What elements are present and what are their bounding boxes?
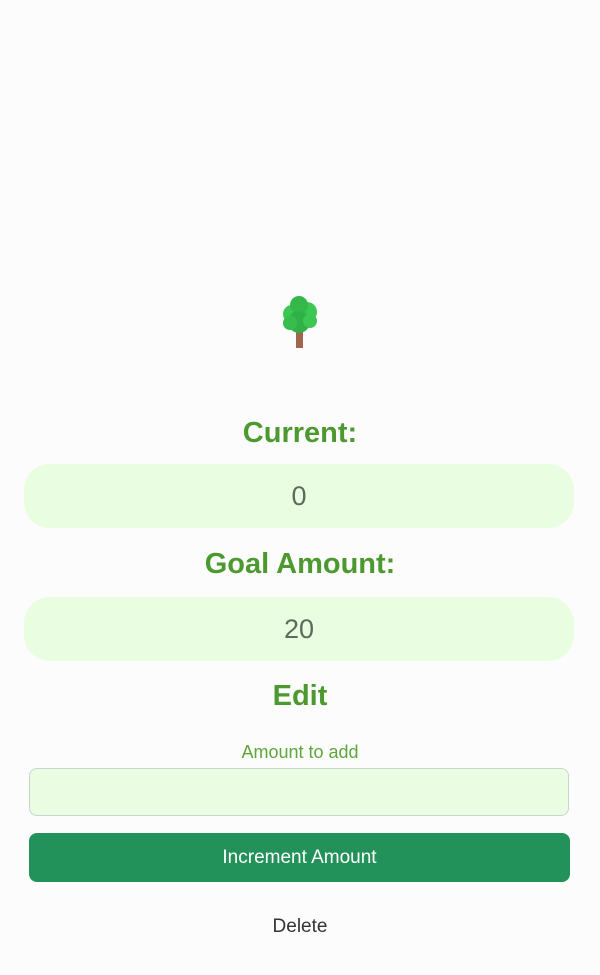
goal-amount-heading: Goal Amount: <box>204 548 396 580</box>
savings-goal-page: Current: 0 Goal Amount: 20 Edit Amount t… <box>0 0 600 975</box>
amount-to-add-label: Amount to add <box>241 742 359 762</box>
current-value-display: 0 <box>24 464 574 528</box>
current-heading: Current: <box>242 417 358 449</box>
edit-heading: Edit <box>272 680 328 712</box>
tree-icon <box>279 296 321 350</box>
increment-amount-button[interactable]: Increment Amount <box>29 833 570 882</box>
delete-button[interactable]: Delete <box>250 910 350 944</box>
goal-amount-value-display: 20 <box>24 597 574 661</box>
amount-to-add-input[interactable] <box>29 768 569 816</box>
